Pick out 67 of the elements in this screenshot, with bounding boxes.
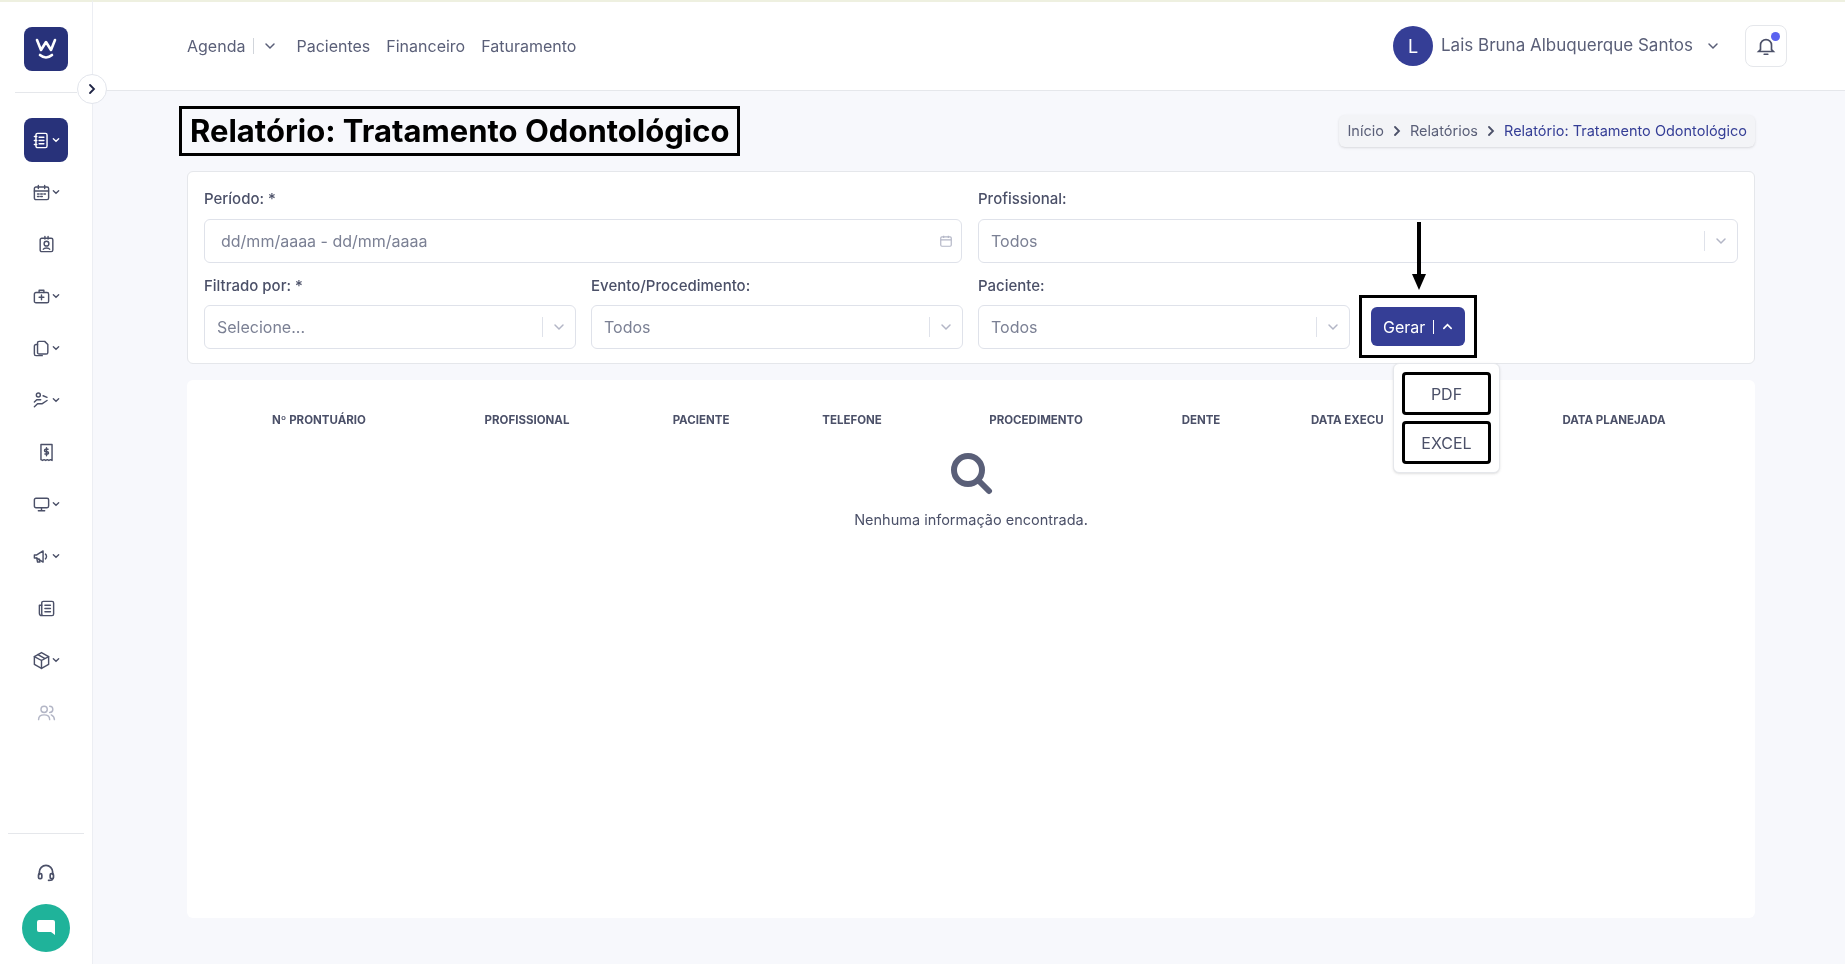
dropdown-button[interactable] (264, 40, 277, 52)
headset-icon[interactable] (36, 862, 56, 882)
chevron-down-icon (1327, 321, 1339, 333)
field-label: Profissional: (978, 188, 1068, 210)
id-badge-icon (36, 234, 56, 254)
chevron-down-icon (52, 188, 60, 196)
chevron-down-icon (52, 136, 60, 144)
chevron-down-icon (52, 552, 60, 560)
menu-item[interactable]: EXCEL (1402, 421, 1491, 464)
select-field[interactable]: Todos (591, 305, 963, 349)
breadcrumb-link[interactable]: Início (1347, 120, 1384, 142)
column-header: DENTE (1180, 412, 1222, 429)
select-field[interactable]: Todos (978, 218, 1738, 263)
column-header: DATA PLANEJADA (1561, 412, 1667, 429)
monitor-icon (32, 494, 51, 514)
user-menu[interactable]: L Lais Bruna Albuquerque Santos (1393, 26, 1719, 66)
column-header: DATA EXECU (1310, 412, 1385, 429)
generate-button[interactable]: Gerar (1371, 307, 1466, 346)
chevron-right-icon (1391, 126, 1402, 136)
menu-item[interactable]: PDF (1402, 372, 1491, 415)
date-range-field[interactable]: dd/mm/aaaa - dd/mm/aaaa (204, 218, 962, 263)
column-header: PROCEDIMENTO (988, 412, 1084, 429)
breadcrumb-current: Relatório: Tratamento Odontológico (1504, 121, 1747, 142)
hand-person-icon (32, 390, 51, 410)
nav-link[interactable]: Pacientes (296, 34, 371, 58)
newspaper-icon (36, 598, 56, 618)
field-label: Paciente: (978, 274, 1046, 297)
field-label: Período: * (204, 188, 277, 210)
chevron-down-icon (52, 396, 60, 404)
chevron-down-icon (1707, 40, 1719, 52)
field-label: Filtrado por: * (204, 274, 304, 297)
sidebar-item[interactable] (24, 118, 68, 162)
select-field[interactable]: Todos (978, 305, 1350, 349)
chevron-down-icon (52, 500, 60, 508)
notebook-icon (32, 130, 51, 150)
chat-button[interactable] (22, 904, 70, 952)
chevron-down-icon (52, 292, 60, 300)
chevron-up-icon (1442, 321, 1454, 332)
medical-kit-icon (32, 286, 51, 306)
column-header: Nº PRONTUÁRIO (271, 412, 367, 429)
column-header: TELEFONE (821, 412, 883, 429)
page-title: Relatório: Tratamento Odontológico (179, 106, 741, 156)
chevron-down-icon (940, 321, 952, 333)
documents-icon (32, 338, 51, 358)
chevron-down-icon (553, 321, 565, 333)
select-field[interactable]: Selecione... (204, 305, 576, 349)
column-header: PACIENTE (671, 412, 731, 429)
nav-link[interactable]: Financeiro (386, 34, 466, 58)
chevron-down-icon (52, 344, 60, 352)
chevron-down-icon (264, 40, 277, 52)
chevron-down-icon (52, 656, 60, 664)
breadcrumb-link[interactable]: Relatórios (1409, 120, 1478, 142)
nav-link[interactable]: Agenda (187, 34, 246, 58)
calendar-icon (32, 182, 51, 202)
chevron-right-icon (86, 83, 98, 95)
logo-icon[interactable] (24, 27, 68, 71)
calendar-icon (939, 233, 953, 248)
field-label: Evento/Procedimento: (591, 274, 752, 297)
package-icon (32, 650, 51, 670)
user-name: Lais Bruna Albuquerque Santos (1441, 34, 1693, 58)
nav-link[interactable]: Faturamento (481, 34, 577, 58)
notification-button[interactable] (1745, 25, 1787, 67)
column-header: PROFISSIONAL (483, 412, 571, 429)
avatar: L (1393, 26, 1433, 66)
chevron-right-icon (1486, 126, 1496, 136)
empty-message: Nenhuma informação encontrada. (854, 510, 1088, 531)
search-icon (949, 451, 993, 496)
